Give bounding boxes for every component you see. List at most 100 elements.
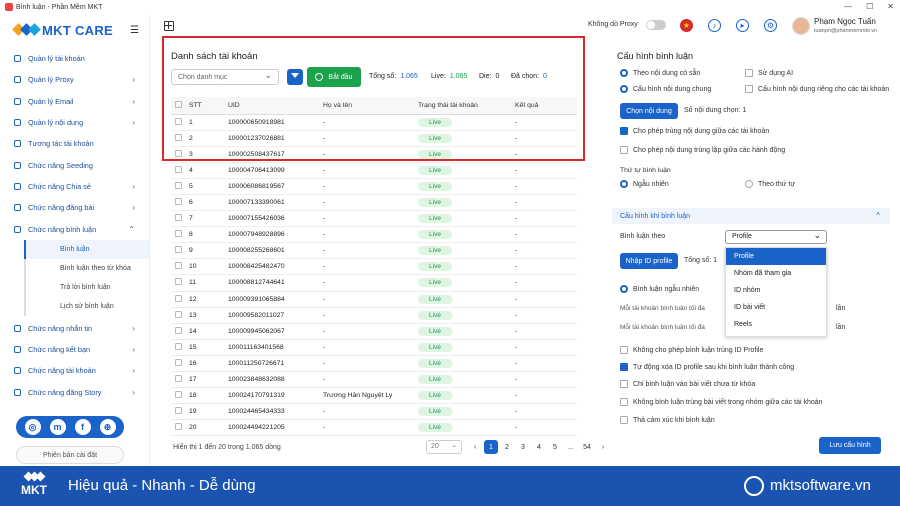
page-button[interactable]: 54 [580, 440, 594, 454]
sidebar-item[interactable]: Chức năng Chia sẻ › [0, 176, 149, 197]
import-id-button[interactable]: Nhập ID profile [620, 253, 678, 269]
minimize-button[interactable]: — [844, 2, 852, 11]
row-checkbox[interactable] [175, 278, 182, 286]
sidebar-item[interactable]: Chức năng đăng bài › [0, 197, 149, 218]
chk-dup-accounts-row[interactable]: Cho phép trùng nội dung giữa các tài kho… [620, 127, 769, 135]
facebook-icon[interactable]: f [74, 419, 91, 435]
chk-dup-accounts[interactable] [620, 127, 628, 135]
sidebar-subitem[interactable]: Lịch sử bình luận [24, 296, 149, 316]
row-checkbox[interactable] [175, 230, 182, 238]
bell-icon[interactable]: ♪ [708, 19, 721, 32]
grid-icon[interactable] [164, 21, 174, 31]
version-button[interactable]: Phiên bản cài đặt [16, 446, 124, 464]
table-row[interactable]: 19 100024465434333- Live - [171, 403, 577, 421]
table-row[interactable]: 4 100004706413099- Live - [171, 162, 577, 179]
row-checkbox[interactable] [175, 294, 182, 302]
chk-dup-actions-row[interactable]: Cho phép nội dung trùng lặp giữa các hàn… [620, 146, 785, 154]
chk-auto-delete[interactable] [620, 363, 628, 371]
c2-row[interactable]: Tự động xóa ID profile sau khi bình luận… [620, 363, 794, 371]
page-button[interactable]: › [596, 440, 610, 454]
page-button[interactable]: 1 [484, 440, 498, 454]
sidebar-subitem[interactable]: Trả lời bình luận [24, 277, 149, 297]
row-checkbox[interactable] [175, 358, 182, 366]
chk-keyword-only[interactable] [620, 380, 628, 388]
sidebar-item[interactable]: Chức năng nhắn tin › [0, 318, 149, 339]
table-row[interactable]: 6 100007133390061- Live - [171, 194, 577, 212]
radio-common[interactable] [620, 85, 628, 93]
radio-existing[interactable] [620, 69, 628, 77]
dropdown-option[interactable]: Reels [726, 316, 826, 333]
table-row[interactable]: 9 100008255268601- Live - [171, 242, 577, 260]
table-row[interactable]: 5 100006086819567- Live - [171, 178, 577, 195]
radio-sequence[interactable] [745, 180, 753, 188]
opt-existing-content[interactable]: Theo nội dung có sẵn [620, 69, 700, 77]
avatar[interactable] [792, 17, 810, 35]
random-comment[interactable]: Bình luận ngẫu nhiên [620, 285, 699, 293]
row-checkbox[interactable] [175, 198, 182, 206]
opt-use-ai[interactable]: Sử dụng AI [745, 69, 793, 77]
radio-random-comment[interactable] [620, 285, 628, 293]
dropdown-option[interactable]: Profile [726, 248, 826, 265]
row-checkbox[interactable] [175, 214, 182, 222]
proxy-toggle[interactable] [646, 20, 666, 30]
row-checkbox[interactable] [175, 407, 182, 415]
sidebar-item[interactable]: Quản lý tài khoản [0, 48, 149, 69]
c3-row[interactable]: Chỉ bình luận vào bài viết chưa từ khóa [620, 380, 755, 388]
close-button[interactable]: ✕ [887, 2, 894, 11]
order-sequence[interactable]: Theo thứ tự [745, 180, 795, 188]
comment-by-select[interactable]: Profile [725, 229, 827, 244]
sidebar-item[interactable]: Quản lý Proxy › [0, 69, 149, 90]
row-checkbox[interactable] [175, 181, 182, 189]
save-config-button[interactable]: Lưu cấu hình [819, 437, 881, 454]
c5-row[interactable]: Thả cảm xúc khi bình luận [620, 416, 715, 424]
page-size-select[interactable]: 20 ⌄ [426, 440, 462, 454]
table-row[interactable]: 13 100009582011027- Live - [171, 307, 577, 324]
page-button[interactable]: 5 [548, 440, 562, 454]
chk-react[interactable] [620, 416, 628, 424]
table-row[interactable]: 8 100007948928896- Live - [171, 226, 577, 244]
c1-row[interactable]: Không cho phép bình luận trùng ID Profil… [620, 346, 763, 354]
page-button[interactable]: ... [564, 440, 578, 454]
gear-icon[interactable]: ⚙ [764, 19, 777, 32]
messenger-icon[interactable]: m [49, 419, 66, 435]
chk-per-account[interactable] [745, 85, 753, 93]
row-checkbox[interactable] [175, 165, 182, 173]
radio-random[interactable] [620, 180, 628, 188]
opt-per-account[interactable]: Cấu hình nội dung riêng cho các tài khoả… [745, 85, 889, 93]
row-checkbox[interactable] [175, 391, 182, 399]
sidebar-item[interactable]: Chức năng Seeding [0, 154, 149, 175]
vietnam-flag-icon[interactable]: ★ [680, 19, 693, 32]
sidebar-subitem[interactable]: Bình luận theo từ khóa [24, 258, 149, 278]
play-icon[interactable]: ▸ [736, 19, 749, 32]
row-checkbox[interactable] [175, 375, 182, 383]
dropdown-option[interactable]: ID bài viết [726, 299, 826, 316]
table-row[interactable]: 18 100024170791319 Trương Hân Nguyệt Ly Liv… [171, 387, 577, 405]
page-button[interactable]: 2 [500, 440, 514, 454]
dropdown-option[interactable]: ID nhóm [726, 282, 826, 299]
chk-no-dup-group[interactable] [620, 398, 628, 406]
dropdown-option[interactable]: Nhóm đã tham gia [726, 265, 826, 282]
table-row[interactable]: 15 100011163401568- Live - [171, 339, 577, 356]
menu-toggle-icon[interactable]: ☰ [130, 25, 139, 36]
row-checkbox[interactable] [175, 246, 182, 254]
table-row[interactable]: 12 100009391065884- Live - [171, 291, 577, 308]
maximize-button[interactable]: ☐ [866, 2, 873, 11]
row-checkbox[interactable] [175, 326, 182, 334]
sidebar-item[interactable]: Quản lý nội dung › [0, 112, 149, 133]
website-icon[interactable]: ◎ [24, 419, 41, 435]
row-checkbox[interactable] [175, 310, 182, 318]
page-button[interactable]: 4 [532, 440, 546, 454]
chk-dup-actions[interactable] [620, 146, 628, 154]
table-row[interactable]: 10 100008425482470- Live - [171, 258, 577, 276]
globe-icon[interactable]: ⊕ [99, 419, 116, 435]
sidebar-item[interactable]: Quản lý Email › [0, 91, 149, 112]
page-button[interactable]: 3 [516, 440, 530, 454]
opt-common-content[interactable]: Cấu hình nội dung chung [620, 85, 711, 93]
table-row[interactable]: 14 100009945062067- Live - [171, 323, 577, 340]
select-content-button[interactable]: Chọn nội dung [620, 103, 678, 119]
sidebar-item[interactable]: Chức năng đăng Story › [0, 382, 149, 403]
page-button[interactable]: ‹ [468, 440, 482, 454]
row-checkbox[interactable] [175, 423, 182, 431]
table-row[interactable]: 11 100008812744641- Live - [171, 274, 577, 292]
sidebar-subitem[interactable]: Bình luận [24, 239, 149, 259]
